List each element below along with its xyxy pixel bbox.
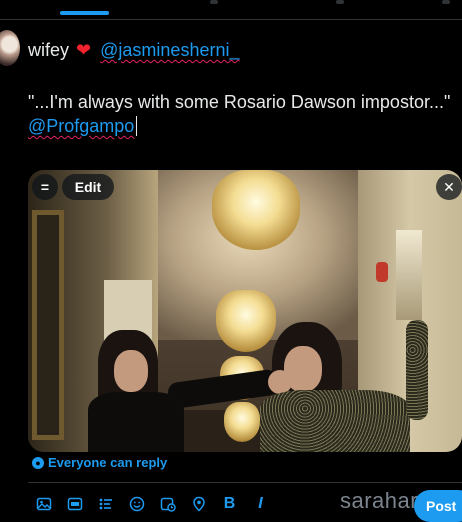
photo-wall-lamp xyxy=(396,230,422,320)
photo-person-right-dress xyxy=(260,390,410,452)
gif-icon[interactable] xyxy=(59,494,90,514)
compose-toolbar: B I xyxy=(28,494,276,514)
photo-chandelier-middle xyxy=(216,290,276,352)
edit-button[interactable]: Edit xyxy=(62,174,114,200)
divider xyxy=(0,19,462,20)
menu-icon: = xyxy=(40,179,50,195)
photo-person-left-face xyxy=(114,350,148,392)
photo-chandelier-top xyxy=(212,170,300,250)
attached-photo[interactable]: = Edit ✕ xyxy=(28,170,462,452)
tab-bar xyxy=(0,0,462,20)
tab-stub[interactable] xyxy=(210,0,218,4)
photo-picture-frame xyxy=(32,210,64,440)
remove-media-button[interactable]: ✕ xyxy=(436,174,462,200)
photo-person-right-arm xyxy=(406,320,428,420)
location-icon[interactable] xyxy=(183,494,214,514)
quote-text: "...I'm always with some Rosario Dawson … xyxy=(28,92,451,112)
post-button[interactable]: Post xyxy=(414,490,462,522)
globe-icon: ● xyxy=(32,456,44,469)
image-icon[interactable] xyxy=(28,494,59,514)
mention-link[interactable]: @jasminesherni_ xyxy=(100,40,239,60)
italic-icon[interactable]: I xyxy=(245,494,276,514)
tab-stub[interactable] xyxy=(336,0,344,4)
poll-icon[interactable] xyxy=(90,494,121,514)
reply-settings[interactable]: ● Everyone can reply xyxy=(32,455,167,470)
photo-fire-extinguisher xyxy=(376,262,388,282)
heart-icon: ❤ xyxy=(76,40,92,60)
bold-icon[interactable]: B xyxy=(214,494,245,514)
text-caret xyxy=(136,116,138,136)
menu-button[interactable]: = xyxy=(32,174,58,200)
reply-settings-label: Everyone can reply xyxy=(48,455,168,470)
tag-mention[interactable]: @Profgampo xyxy=(28,116,134,136)
compose-name-text: wifey xyxy=(28,40,70,60)
emoji-icon[interactable] xyxy=(121,494,152,514)
compose-textarea[interactable]: "...I'm always with some Rosario Dawson … xyxy=(28,90,458,138)
avatar[interactable] xyxy=(0,30,20,66)
divider xyxy=(28,482,462,483)
compose-header-line[interactable]: wifey ❤ @jasminesherni_ xyxy=(28,38,458,62)
close-icon: ✕ xyxy=(443,178,455,195)
active-tab-indicator xyxy=(60,11,109,15)
photo-chandelier-bottom xyxy=(224,402,260,442)
schedule-icon[interactable] xyxy=(152,494,183,514)
tab-stub[interactable] xyxy=(442,0,450,4)
